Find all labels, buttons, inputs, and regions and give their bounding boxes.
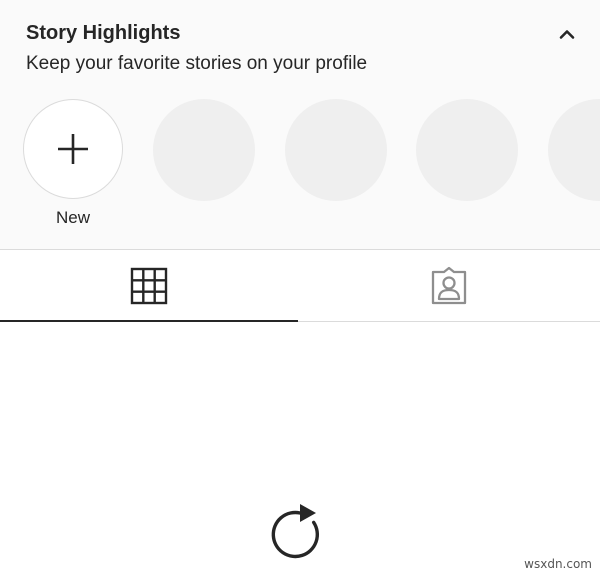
highlight-placeholder [153, 99, 255, 201]
refresh-icon [271, 504, 319, 559]
collapse-highlights-button[interactable] [552, 20, 582, 48]
highlights-subtitle: Keep your favorite stories on your profi… [26, 53, 368, 74]
plus-icon [58, 134, 88, 164]
tagged-user-icon [431, 266, 467, 304]
highlight-placeholder [548, 99, 600, 201]
story-highlights-section: Story Highlights Keep your favorite stor… [0, 0, 600, 250]
tab-tagged[interactable] [300, 250, 598, 321]
highlight-placeholder [285, 99, 387, 201]
new-highlight-button[interactable] [23, 99, 123, 199]
reload-button[interactable] [268, 502, 332, 566]
grid-icon [130, 267, 168, 304]
highlights-title: Story Highlights [26, 22, 181, 44]
chevron-up-icon [559, 30, 575, 39]
new-highlight-label: New [55, 208, 90, 227]
profile-tabs [0, 250, 600, 322]
watermark: wsxdn.com [524, 557, 592, 571]
highlight-placeholder [416, 99, 518, 201]
tab-posts-grid[interactable] [0, 250, 298, 322]
posts-content-area [0, 322, 600, 575]
